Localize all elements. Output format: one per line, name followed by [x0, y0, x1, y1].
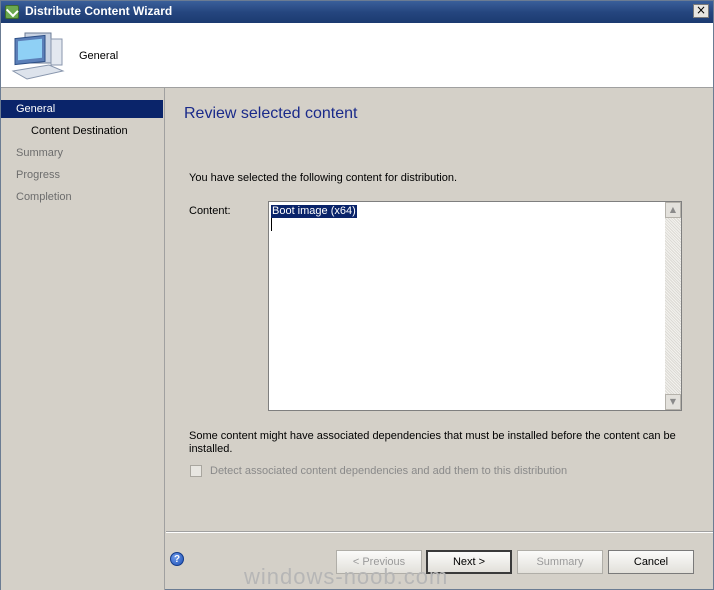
summary-button[interactable]: Summary [517, 550, 603, 574]
scroll-track[interactable] [665, 218, 681, 394]
intro-text: You have selected the following content … [189, 172, 458, 184]
sidebar-item-general[interactable]: General [1, 100, 163, 118]
dependencies-note: Some content might have associated depen… [189, 430, 676, 455]
sidebar-item-content-destination[interactable]: Content Destination [1, 122, 163, 140]
window-title: Distribute Content Wizard [25, 4, 173, 18]
content-listbox[interactable]: Boot image (x64) ▲ ▼ [268, 201, 682, 411]
header-title: General [79, 50, 119, 62]
watermark: windows-noob.com [244, 564, 449, 589]
title-bar[interactable]: Distribute Content Wizard × [1, 1, 713, 23]
wizard-content: Review selected content You have selecte… [166, 88, 713, 531]
sidebar-item-summary[interactable]: Summary [1, 144, 163, 162]
help-icon[interactable]: ? [170, 552, 184, 566]
scroll-up-button[interactable]: ▲ [665, 202, 681, 218]
computer-icon [11, 32, 65, 80]
wizard-sidebar: General Content Destination Summary Prog… [1, 88, 165, 590]
list-item[interactable]: Boot image (x64) [271, 205, 357, 218]
page-title: Review selected content [184, 105, 358, 122]
dependencies-checkbox-label[interactable]: Detect associated content dependencies a… [210, 465, 567, 477]
close-button[interactable]: × [693, 4, 709, 18]
scrollbar[interactable]: ▲ ▼ [665, 202, 681, 410]
sidebar-item-progress[interactable]: Progress [1, 166, 163, 184]
dependencies-checkbox[interactable] [190, 465, 202, 477]
sidebar-item-completion[interactable]: Completion [1, 188, 163, 206]
footer-divider [166, 531, 713, 533]
text-caret [271, 218, 272, 231]
cancel-button[interactable]: Cancel [608, 550, 694, 574]
wizard-window: Distribute Content Wizard × General Gene… [0, 0, 714, 590]
scroll-down-button[interactable]: ▼ [665, 394, 681, 410]
wizard-icon [5, 5, 19, 19]
wizard-header: General [1, 23, 713, 88]
content-label: Content: [189, 205, 231, 217]
